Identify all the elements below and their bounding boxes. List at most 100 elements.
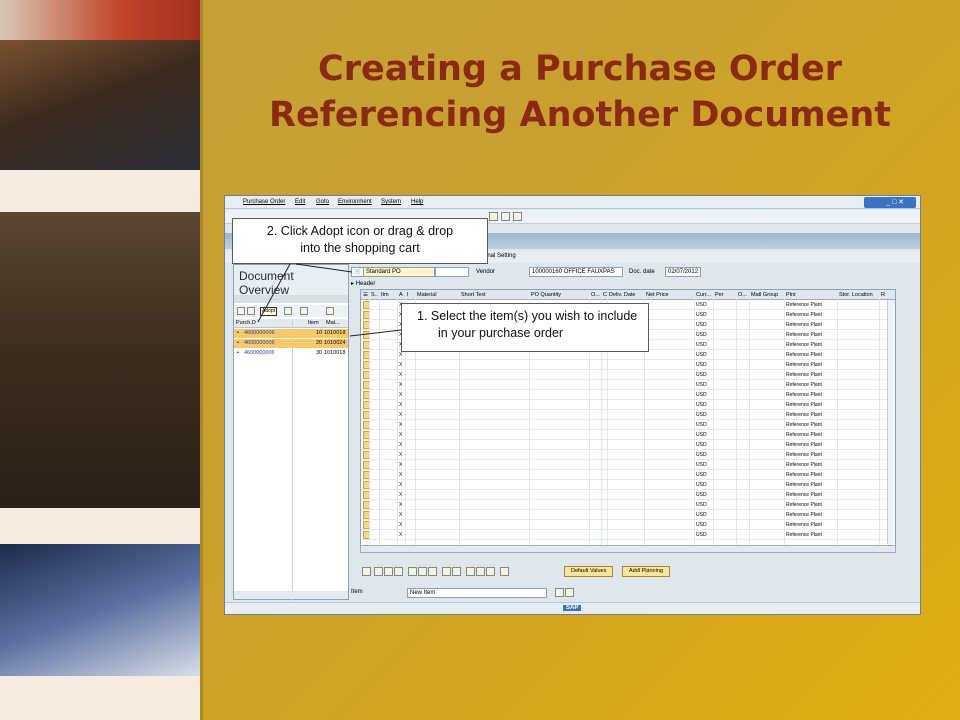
toolbar-icon[interactable] xyxy=(513,212,522,221)
grid-row[interactable]: X USD Reference Plant xyxy=(361,450,895,460)
document-number[interactable]: 4600000006 xyxy=(244,330,275,336)
document-row[interactable]: • 4600000006 10 1010018 xyxy=(234,329,348,338)
tree-icon[interactable] xyxy=(326,307,334,315)
grid-row[interactable]: X USD Reference Plant xyxy=(361,420,895,430)
grid-row[interactable]: X USD Reference Plant xyxy=(361,390,895,400)
filter-icon[interactable] xyxy=(428,567,437,576)
menu-system[interactable]: System xyxy=(381,199,401,205)
row-currency: USD xyxy=(696,302,707,308)
row-plant: Reference Plant xyxy=(786,322,822,328)
grid-row[interactable]: X USD Reference Plant xyxy=(361,380,895,390)
grid-row[interactable]: X USD Reference Plant xyxy=(361,470,895,480)
document-row[interactable]: • 4600000006 20 1010024 xyxy=(234,339,348,348)
default-values-button[interactable]: Default Values xyxy=(564,566,614,577)
row-plant: Reference Plant xyxy=(786,392,822,398)
row-account-flag: X xyxy=(399,502,403,508)
grid-row[interactable]: X USD Reference Plant xyxy=(361,530,895,540)
addl-planning-button[interactable]: Addl Planning xyxy=(622,566,670,577)
row-currency: USD xyxy=(696,322,707,328)
vendor-label: Vendor xyxy=(476,269,496,275)
decorative-strip-bottom xyxy=(0,676,200,720)
menu-edit[interactable]: Edit xyxy=(295,199,305,205)
document-overview-hscroll[interactable] xyxy=(234,591,348,599)
grid-col-material: Material xyxy=(417,292,437,298)
decorative-photo-phone-keypad xyxy=(0,544,200,676)
document-number[interactable]: 4600000006 xyxy=(244,350,275,356)
menu-goto[interactable]: Goto xyxy=(316,199,329,205)
grid-col-stor-location: Stor. Location xyxy=(839,292,873,298)
menu-help[interactable]: Help xyxy=(411,199,423,205)
callout-adopt-line-2: into the shopping cart xyxy=(300,241,420,255)
grid-row[interactable]: X USD Reference Plant xyxy=(361,370,895,380)
document-number[interactable]: 4600000006 xyxy=(244,340,275,346)
grid-col-plant: Plnt xyxy=(786,292,796,298)
items-grid-vscroll[interactable] xyxy=(887,300,895,544)
po-type-select[interactable]: Standard PO xyxy=(363,267,435,277)
sum-icon[interactable] xyxy=(452,567,461,576)
grid-row[interactable]: X USD Reference Plant xyxy=(361,510,895,520)
row-currency: USD xyxy=(696,492,707,498)
po-number-field[interactable] xyxy=(435,267,469,277)
settings-icon[interactable] xyxy=(500,567,509,576)
row-currency: USD xyxy=(696,352,707,358)
grid-row[interactable]: X USD Reference Plant xyxy=(361,440,895,450)
previous-item-icon[interactable] xyxy=(555,588,564,597)
document-table-divider xyxy=(292,319,293,601)
items-grid-hscroll[interactable] xyxy=(360,545,896,553)
vendor-field[interactable]: 100000160 OFFICE FAUXPAS xyxy=(529,267,623,277)
next-item-icon[interactable] xyxy=(565,588,574,597)
menu-environment[interactable]: Environment xyxy=(338,199,372,205)
select-all-icon[interactable] xyxy=(374,567,383,576)
sort-icon[interactable] xyxy=(442,567,451,576)
document-row[interactable]: • 4600000006 30 1010018 xyxy=(234,349,348,358)
grid-row[interactable]: X USD Reference Plant xyxy=(361,360,895,370)
grid-row[interactable]: X USD Reference Plant xyxy=(361,430,895,440)
sap-menu-bar: Purchase Order Edit Goto Environment Sys… xyxy=(225,196,920,209)
search-icon[interactable] xyxy=(284,307,292,315)
document-overview-scrollbar[interactable] xyxy=(234,295,348,303)
tree-bullet-icon: • xyxy=(237,350,239,356)
deselect-icon[interactable] xyxy=(384,567,393,576)
item-selector-dropdown[interactable]: New Item xyxy=(407,588,547,598)
row-currency: USD xyxy=(696,382,707,388)
toolbar-icon[interactable] xyxy=(489,212,498,221)
row-currency: USD xyxy=(696,482,707,488)
row-plant: Reference Plant xyxy=(786,402,822,408)
grid-row[interactable]: X USD Reference Plant xyxy=(361,410,895,420)
row-currency: USD xyxy=(696,502,707,508)
row-currency: USD xyxy=(696,372,707,378)
delete-icon[interactable] xyxy=(408,567,417,576)
row-account-flag: X xyxy=(399,372,403,378)
grid-row[interactable]: X USD Reference Plant xyxy=(361,480,895,490)
copy-icon[interactable] xyxy=(247,307,255,315)
row-plant: Reference Plant xyxy=(786,532,822,538)
grid-col-settings-icon[interactable]: ☰ xyxy=(363,292,368,298)
document-overview-toolbar: Adopt xyxy=(234,305,348,317)
header-toggle[interactable]: ▸ Header xyxy=(351,280,375,287)
item-selector-label: Item xyxy=(351,589,363,595)
grid-col-order-unit-2: O... xyxy=(738,292,747,298)
window-controls[interactable]: _ □ ✕ xyxy=(864,197,916,208)
row-account-flag: X xyxy=(399,492,403,498)
layout-icon[interactable] xyxy=(466,567,475,576)
grid-row[interactable]: X USD Reference Plant xyxy=(361,520,895,530)
row-currency: USD xyxy=(696,472,707,478)
refresh-icon[interactable] xyxy=(486,567,495,576)
row-currency: USD xyxy=(696,512,707,518)
row-account-flag: X xyxy=(399,522,403,528)
grid-row[interactable]: X USD Reference Plant xyxy=(361,460,895,470)
copy-row-icon[interactable] xyxy=(394,567,403,576)
item-selector-bar: Item New Item xyxy=(351,588,651,600)
row-account-flag: X xyxy=(399,402,403,408)
export-icon[interactable] xyxy=(476,567,485,576)
toolbar-icon[interactable] xyxy=(501,212,510,221)
grid-row[interactable]: X USD Reference Plant xyxy=(361,400,895,410)
grid-row[interactable]: X USD Reference Plant xyxy=(361,490,895,500)
doc-date-field[interactable]: 02/07/2012 xyxy=(665,267,701,277)
adopt-icon[interactable] xyxy=(237,307,245,315)
grid-row[interactable]: X USD Reference Plant xyxy=(361,500,895,510)
detail-icon[interactable] xyxy=(362,567,371,576)
layout-icon[interactable] xyxy=(300,307,308,315)
print-icon[interactable] xyxy=(418,567,427,576)
menu-purchase-order[interactable]: Purchase Order xyxy=(243,199,285,205)
